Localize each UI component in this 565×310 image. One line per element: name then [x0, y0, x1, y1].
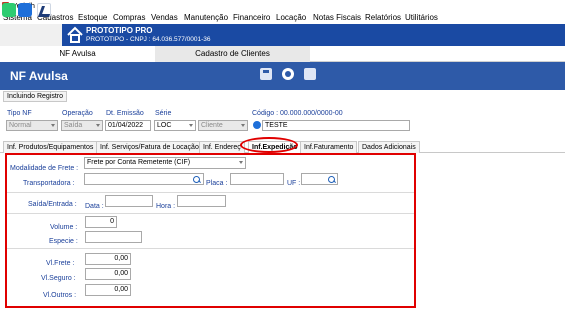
- data-label: Data :: [85, 203, 104, 210]
- separator: [7, 248, 414, 249]
- modalidade-frete-label: Modalidade de Frete :: [10, 165, 79, 172]
- data-saida-field[interactable]: [105, 195, 153, 207]
- transportadora-label: Transportadora :: [23, 180, 75, 187]
- saida-entrada-label: Saída/Entrada :: [28, 201, 77, 208]
- dt-emissao-label: Dt. Emissão: [106, 110, 144, 117]
- cliente-select[interactable]: Cliente: [198, 120, 248, 131]
- chevron-down-icon: [241, 124, 245, 127]
- chevron-down-icon: [239, 161, 243, 164]
- search-icon[interactable]: [327, 175, 336, 184]
- operacao-value: Saída: [64, 122, 83, 129]
- separator: [7, 192, 414, 193]
- placa-field[interactable]: [230, 173, 284, 185]
- hora-label: Hora :: [156, 203, 176, 210]
- menu-financeiro[interactable]: Financeiro: [233, 13, 270, 22]
- brand-logo-icon: [37, 3, 51, 17]
- menu-relatorios[interactable]: Relatórios: [365, 13, 401, 22]
- separator: [7, 213, 414, 214]
- hora-saida-field[interactable]: [177, 195, 226, 207]
- highlight-ellipse: [240, 137, 298, 153]
- volume-label: Volume :: [50, 224, 78, 231]
- tipo-nf-value: Normal: [9, 122, 32, 129]
- home-icon[interactable]: [66, 26, 84, 44]
- chevron-down-icon: [51, 124, 55, 127]
- search-icon[interactable]: [192, 175, 201, 184]
- vl-seguro-label: Vl.Seguro :: [41, 275, 76, 282]
- vl-seguro-field[interactable]: 0,00: [85, 268, 131, 280]
- subtab-dados-adicionais[interactable]: Dados Adicionais: [358, 141, 420, 153]
- cliente-placeholder: Cliente: [201, 122, 223, 129]
- menu-compras[interactable]: Compras: [113, 13, 145, 22]
- vl-frete-field[interactable]: 0,00: [85, 253, 131, 265]
- operacao-label: Operação: [62, 110, 93, 117]
- window-titlebar: Verleih: [0, 0, 565, 11]
- serie-select[interactable]: LOC: [154, 120, 196, 131]
- subtab-faturamento[interactable]: Inf.Faturamento: [300, 141, 358, 153]
- refresh-icon[interactable]: [282, 68, 294, 80]
- serie-label: Série: [155, 110, 172, 117]
- company-name: PROTOTIPO PRO: [86, 26, 153, 35]
- subtab-endereco[interactable]: Inf. Endereç: [199, 141, 245, 153]
- status-badge: Incluindo Registro: [3, 91, 68, 102]
- codigo-label: Código : 00.000.000/0000-00: [252, 110, 343, 117]
- document-tabs: NF Avulsa Cadastro de Clientes: [0, 46, 565, 62]
- vl-outros-label: Vl.Outros :: [43, 292, 77, 299]
- save-icon[interactable]: [260, 68, 272, 80]
- chevron-down-icon: [96, 124, 100, 127]
- serie-value: LOC: [157, 122, 172, 129]
- uf-label: UF :: [287, 180, 301, 187]
- tipo-nf-select[interactable]: Normal: [6, 120, 58, 131]
- tab-nf-avulsa[interactable]: NF Avulsa: [0, 46, 155, 62]
- menu-estoque[interactable]: Estoque: [78, 13, 107, 22]
- operacao-select[interactable]: Saída: [61, 120, 103, 131]
- especie-field[interactable]: [85, 231, 142, 243]
- tipo-nf-label: Tipo NF: [7, 110, 32, 117]
- transportadora-field[interactable]: [84, 173, 204, 185]
- status-bar: [0, 90, 565, 103]
- subtab-produtos[interactable]: Inf. Produtos/Equipamentos: [3, 141, 98, 153]
- volume-field[interactable]: 0: [85, 216, 117, 228]
- subtab-servicos[interactable]: Inf. Serviços/Fatura de Locação: [96, 141, 203, 153]
- menu-locacao[interactable]: Locação: [276, 13, 306, 22]
- chevron-down-icon: [189, 124, 193, 127]
- document-icon[interactable]: [304, 68, 316, 80]
- modalidade-frete-select[interactable]: Frete por Conta Remetente (CIF): [84, 157, 246, 169]
- especie-label: Especie :: [49, 238, 78, 245]
- menu-utilitarios[interactable]: Utilitários: [405, 13, 438, 22]
- modalidade-frete-value: Frete por Conta Remetente (CIF): [87, 159, 191, 166]
- placa-label: Placa :: [206, 180, 228, 187]
- menu-bar: Sistema Cadastros Estoque Compras Vendas…: [0, 11, 565, 24]
- vl-frete-label: Vl.Frete :: [46, 260, 75, 267]
- dt-emissao-field[interactable]: 01/04/2022: [105, 120, 151, 131]
- nome-field[interactable]: TESTE: [262, 120, 410, 131]
- whatsapp-icon[interactable]: [2, 3, 16, 17]
- form-title: NF Avulsa: [10, 69, 68, 83]
- menu-manutencao[interactable]: Manutenção: [184, 13, 228, 22]
- menu-notas-fiscais[interactable]: Notas Fiscais: [313, 13, 361, 22]
- tab-cadastro-clientes[interactable]: Cadastro de Clientes: [155, 46, 310, 62]
- teamviewer-icon[interactable]: [18, 3, 32, 17]
- info-icon[interactable]: [253, 121, 261, 129]
- menu-vendas[interactable]: Vendas: [151, 13, 178, 22]
- company-cnpj: PROTOTIPO - CNPJ : 64.036.577/0001-36: [86, 36, 211, 43]
- vl-outros-field[interactable]: 0,00: [85, 284, 131, 296]
